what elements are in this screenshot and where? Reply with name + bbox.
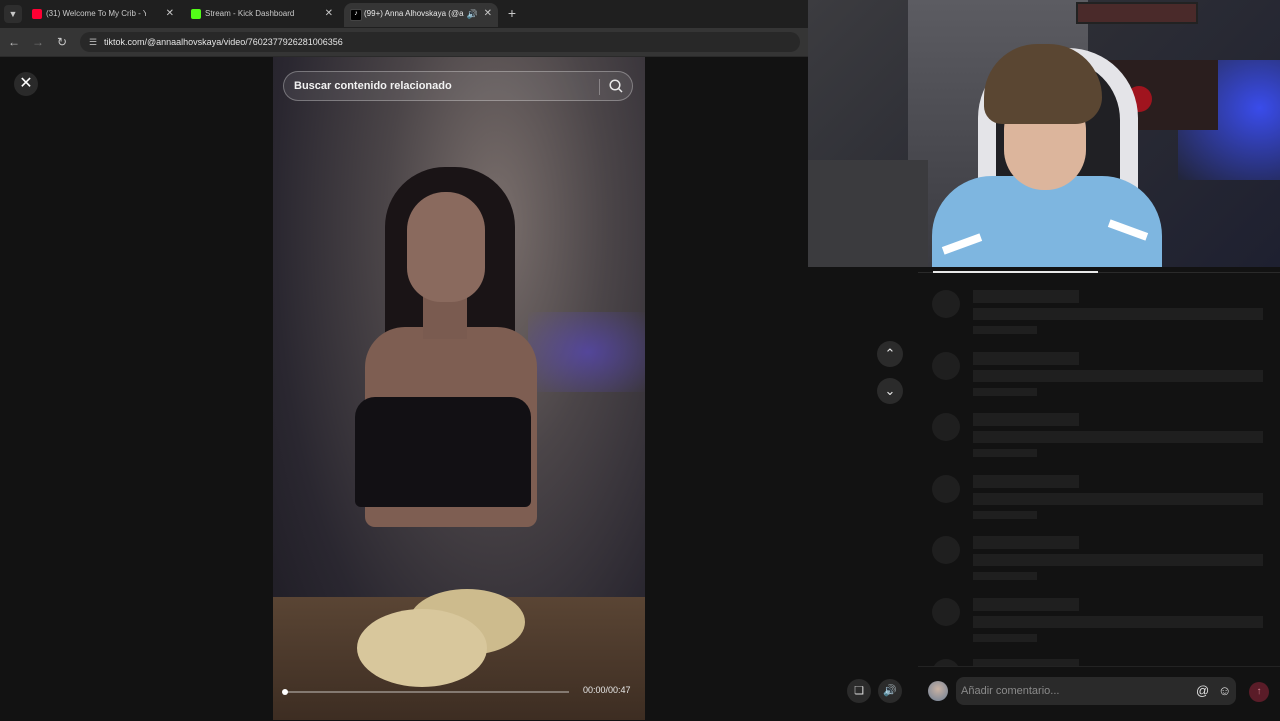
emoji-icon[interactable]: ☺ [1218,677,1231,705]
skeleton-line [973,633,1037,642]
send-comment-button[interactable]: ↑ [1249,682,1269,702]
picture-in-picture-icon: ❏ [854,685,864,697]
tab-youtube[interactable]: (31) Welcome To My Crib - YouTube ✕ [26,3,180,27]
webcam-bed [808,160,928,267]
browser-tab-strip: ▼ (31) Welcome To My Crib - YouTube ✕ St… [0,0,808,28]
skeleton-line [973,554,1263,566]
video-background-light [528,312,645,392]
tiktok-icon: ♪ [350,9,362,21]
chevron-down-icon: ⌄ [884,383,896,398]
youtube-icon [32,9,42,19]
skeleton-line [973,492,1263,505]
tab-list-button[interactable]: ▼ [4,5,22,23]
arrow-right-icon: → [32,35,44,49]
plus-icon: + [507,5,517,21]
video-subject-face [407,192,485,302]
skeleton-avatar [932,413,960,441]
skeleton-line [973,431,1263,443]
close-icon[interactable]: ✕ [166,3,174,25]
video-time: 00:00/00:47 [583,685,631,695]
streamer-webcam [808,0,1280,267]
skeleton-avatar [932,536,960,564]
skeleton-line [973,536,1079,549]
skeleton-avatar [932,351,960,380]
skeleton-avatar [932,290,960,318]
comment-input[interactable]: Añadir comentario... @ ☺ [956,677,1236,705]
skeleton-line [973,326,1037,334]
floating-player-button[interactable]: ❏ [847,679,871,703]
skeleton-line [973,597,1079,611]
related-search-input[interactable]: Buscar contenido relacionado [283,71,633,101]
avatar [928,681,948,701]
video-player[interactable]: Buscar contenido relacionado 00:00/00:47 [273,57,645,720]
search-divider [599,79,600,95]
kick-icon [191,9,201,19]
tab-kick[interactable]: Stream - Kick Dashboard ✕ [185,3,339,27]
video-progress-bar[interactable] [282,689,569,695]
comment-input-bar: Añadir comentario... @ ☺ ↑ [918,666,1280,721]
skeleton-line [973,351,1079,365]
active-tab-indicator [933,271,1098,273]
close-icon: ✕ [19,75,33,92]
skeleton-avatar [932,474,960,503]
arrow-left-icon: ← [8,35,20,49]
tab-title: (99+) Anna Alhovskaya (@a [364,9,464,18]
reload-icon: ↻ [56,35,68,49]
video-subject-top [355,397,531,507]
close-video-button[interactable]: ✕ [14,72,38,96]
tune-icon[interactable]: ☰ [86,35,100,49]
skeleton-line [973,572,1037,580]
skeleton-line [973,369,1263,382]
skeleton-avatar [932,597,960,626]
reload-button[interactable]: ↻ [54,34,70,50]
tiktok-video-page: ✕ Buscar contenido relacionado 00:00/00:… [0,57,903,720]
video-progress-thumb[interactable] [282,689,288,695]
speaker-icon: 🔊 [883,685,897,697]
skeleton-line [973,510,1037,519]
forward-button[interactable]: → [30,34,46,50]
skeleton-line [973,308,1263,320]
new-tab-button[interactable]: + [504,5,520,21]
address-bar[interactable]: ☰ tiktok.com/@annaalhovskaya/video/76023… [80,32,800,52]
comment-placeholder: Añadir comentario... [961,685,1060,697]
speaker-icon[interactable]: 🔊 [467,3,478,25]
skeleton-line [973,474,1079,488]
skeleton-line [973,290,1079,303]
next-video-button[interactable]: ⌄ [877,378,903,404]
tab-title: (31) Welcome To My Crib - YouTube [46,9,146,18]
arrow-up-icon: ↑ [1256,686,1262,697]
potato [357,609,487,687]
chevron-up-icon: ⌃ [884,346,896,361]
back-button[interactable]: ← [6,34,22,50]
browser-toolbar: ← → ↻ ☰ tiktok.com/@annaalhovskaya/video… [0,28,808,57]
mention-icon[interactable]: @ [1196,677,1209,705]
comments-panel [918,267,1280,720]
search-icon[interactable] [608,78,624,94]
skeleton-line [973,387,1037,396]
tab-title: Stream - Kick Dashboard [205,9,295,18]
skeleton-line [973,615,1263,628]
close-icon[interactable]: ✕ [325,3,333,25]
close-icon[interactable]: ✕ [484,3,492,25]
search-placeholder: Buscar contenido relacionado [294,80,452,92]
webcam-wall-frame [1076,2,1198,24]
skeleton-line [973,413,1079,426]
volume-button[interactable]: 🔊 [878,679,902,703]
url-text[interactable]: tiktok.com/@annaalhovskaya/video/7602377… [104,32,343,52]
skeleton-line [973,449,1037,457]
tab-tiktok[interactable]: ♪ (99+) Anna Alhovskaya (@a 🔊 ✕ [344,3,498,27]
chevron-down-icon: ▼ [8,9,18,19]
previous-video-button[interactable]: ⌃ [877,341,903,367]
